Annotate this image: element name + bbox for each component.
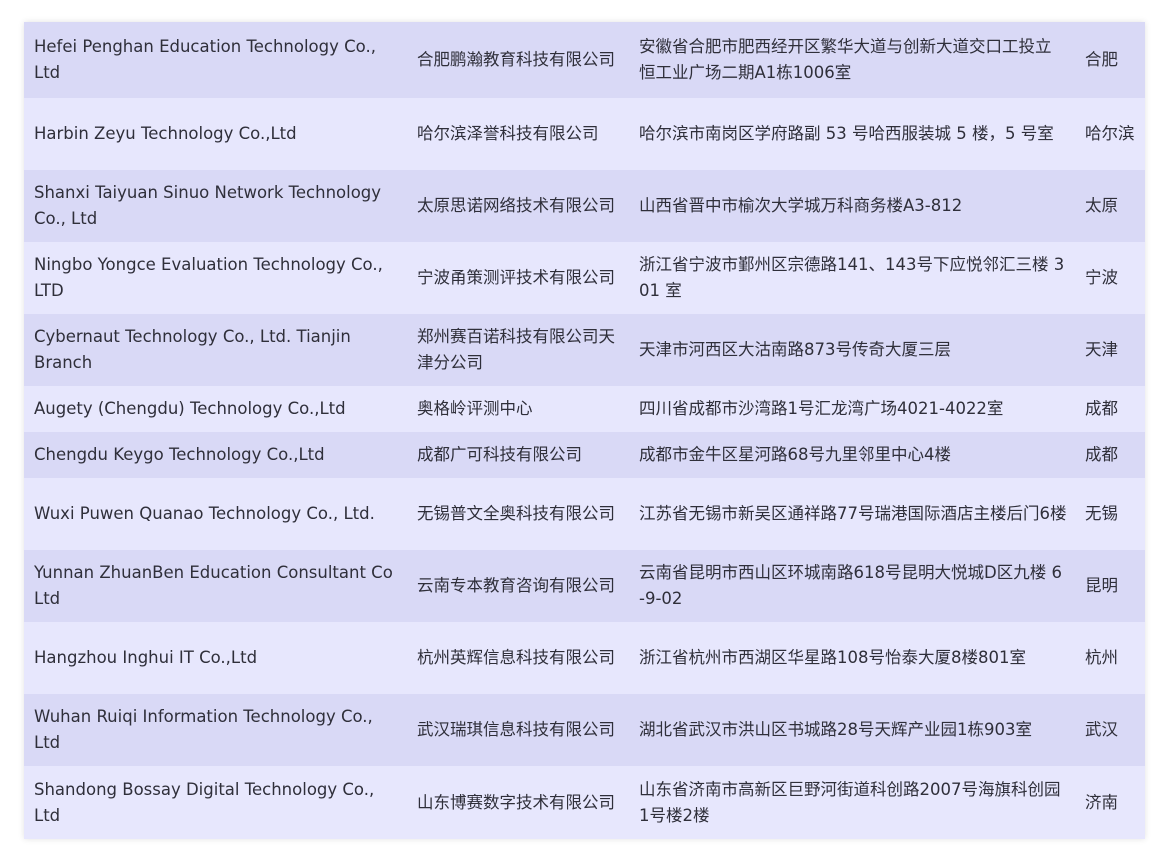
company-chinese-name: 宁波甬策测评技术有限公司 (407, 242, 629, 314)
company-address: 云南省昆明市西山区环城南路618号昆明大悦城D区九楼 6-9-02 (629, 550, 1077, 622)
company-city: 合肥 (1077, 22, 1145, 98)
company-city: 昆明 (1077, 550, 1145, 622)
centers-table-container: Hefei Penghan Education Technology Co., … (24, 22, 1145, 839)
company-english-name: Hangzhou Inghui IT Co.,Ltd (24, 622, 407, 694)
table-row: Wuxi Puwen Quanao Technology Co., Ltd. 无… (24, 478, 1145, 550)
company-chinese-name: 杭州英辉信息科技有限公司 (407, 622, 629, 694)
company-chinese-name: 哈尔滨泽誉科技有限公司 (407, 98, 629, 170)
company-english-name: Harbin Zeyu Technology Co.,Ltd (24, 98, 407, 170)
company-english-name: Cybernaut Technology Co., Ltd. Tianjin B… (24, 314, 407, 386)
company-chinese-name: 武汉瑞琪信息科技有限公司 (407, 694, 629, 766)
company-address: 湖北省武汉市洪山区书城路28号天辉产业园1栋903室 (629, 694, 1077, 766)
centers-table: Hefei Penghan Education Technology Co., … (24, 22, 1145, 839)
company-english-name: Ningbo Yongce Evaluation Technology Co.,… (24, 242, 407, 314)
company-city: 成都 (1077, 432, 1145, 478)
company-city: 成都 (1077, 386, 1145, 432)
company-address: 江苏省无锡市新吴区通祥路77号瑞港国际酒店主楼后门6楼 (629, 478, 1077, 550)
table-row: Harbin Zeyu Technology Co.,Ltd 哈尔滨泽誉科技有限… (24, 98, 1145, 170)
company-city: 无锡 (1077, 478, 1145, 550)
company-city: 天津 (1077, 314, 1145, 386)
company-english-name: Wuxi Puwen Quanao Technology Co., Ltd. (24, 478, 407, 550)
company-address: 浙江省宁波市鄞州区宗德路141、143号下应悦邻汇三楼 301 室 (629, 242, 1077, 314)
company-address: 成都市金牛区星河路68号九里邻里中心4楼 (629, 432, 1077, 478)
table-row: Wuhan Ruiqi Information Technology Co., … (24, 694, 1145, 766)
table-row: Shandong Bossay Digital Technology Co., … (24, 766, 1145, 839)
company-chinese-name: 成都广可科技有限公司 (407, 432, 629, 478)
company-english-name: Augety (Chengdu) Technology Co.,Ltd (24, 386, 407, 432)
company-address: 安徽省合肥市肥西经开区繁华大道与创新大道交口工投立恒工业广场二期A1栋1006室 (629, 22, 1077, 98)
company-city: 杭州 (1077, 622, 1145, 694)
company-chinese-name: 无锡普文全奥科技有限公司 (407, 478, 629, 550)
company-english-name: Chengdu Keygo Technology Co.,Ltd (24, 432, 407, 478)
table-row: Hangzhou Inghui IT Co.,Ltd 杭州英辉信息科技有限公司 … (24, 622, 1145, 694)
company-english-name: Yunnan ZhuanBen Education Consultant Co … (24, 550, 407, 622)
table-row: Yunnan ZhuanBen Education Consultant Co … (24, 550, 1145, 622)
company-city: 太原 (1077, 170, 1145, 242)
table-row: Chengdu Keygo Technology Co.,Ltd 成都广可科技有… (24, 432, 1145, 478)
company-english-name: Hefei Penghan Education Technology Co., … (24, 22, 407, 98)
company-chinese-name: 山东博赛数字技术有限公司 (407, 766, 629, 839)
table-row: Augety (Chengdu) Technology Co.,Ltd 奥格岭评… (24, 386, 1145, 432)
company-chinese-name: 太原思诺网络技术有限公司 (407, 170, 629, 242)
company-city: 武汉 (1077, 694, 1145, 766)
company-address: 山西省晋中市榆次大学城万科商务楼A3-812 (629, 170, 1077, 242)
company-english-name: Shanxi Taiyuan Sinuo Network Technology … (24, 170, 407, 242)
company-address: 天津市河西区大沽南路873号传奇大厦三层 (629, 314, 1077, 386)
table-row: Shanxi Taiyuan Sinuo Network Technology … (24, 170, 1145, 242)
company-address: 四川省成都市沙湾路1号汇龙湾广场4021-4022室 (629, 386, 1077, 432)
table-row: Hefei Penghan Education Technology Co., … (24, 22, 1145, 98)
company-city: 宁波 (1077, 242, 1145, 314)
company-english-name: Shandong Bossay Digital Technology Co., … (24, 766, 407, 839)
company-city: 哈尔滨 (1077, 98, 1145, 170)
company-city: 济南 (1077, 766, 1145, 839)
company-address: 哈尔滨市南岗区学府路副 53 号哈西服装城 5 楼，5 号室 (629, 98, 1077, 170)
table-row: Ningbo Yongce Evaluation Technology Co.,… (24, 242, 1145, 314)
company-english-name: Wuhan Ruiqi Information Technology Co., … (24, 694, 407, 766)
table-row: Cybernaut Technology Co., Ltd. Tianjin B… (24, 314, 1145, 386)
company-chinese-name: 云南专本教育咨询有限公司 (407, 550, 629, 622)
company-chinese-name: 奥格岭评测中心 (407, 386, 629, 432)
company-address: 山东省济南市高新区巨野河街道科创路2007号海旗科创园1号楼2楼 (629, 766, 1077, 839)
company-address: 浙江省杭州市西湖区华星路108号怡泰大厦8楼801室 (629, 622, 1077, 694)
company-chinese-name: 合肥鹏瀚教育科技有限公司 (407, 22, 629, 98)
company-chinese-name: 郑州赛百诺科技有限公司天津分公司 (407, 314, 629, 386)
